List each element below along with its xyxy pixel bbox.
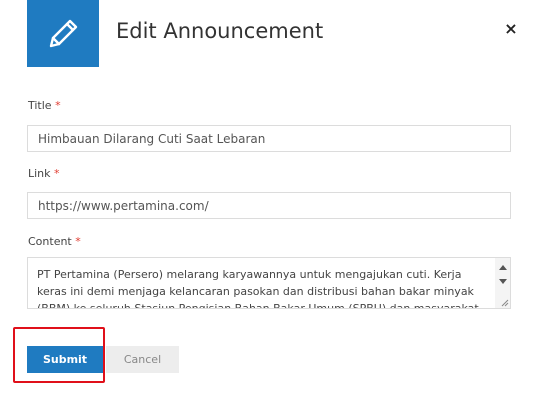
title-input[interactable]: Himbauan Dilarang Cuti Saat Lebaran xyxy=(27,125,511,152)
header-icon-box xyxy=(27,0,99,67)
highlight-box xyxy=(13,327,105,383)
scroll-down-arrow-icon[interactable] xyxy=(499,279,507,284)
link-label: Link * xyxy=(28,167,60,180)
pencil-icon xyxy=(49,19,78,47)
dialog-title: Edit Announcement xyxy=(116,19,324,43)
close-icon[interactable]: × xyxy=(501,19,521,39)
title-label: Title * xyxy=(28,99,61,112)
required-mark: * xyxy=(54,167,60,180)
link-input[interactable]: https://www.pertamina.com/ xyxy=(27,192,511,219)
content-label: Content * xyxy=(28,235,81,248)
resize-grip-icon[interactable] xyxy=(499,297,509,307)
title-input-value: Himbauan Dilarang Cuti Saat Lebaran xyxy=(38,131,266,146)
content-label-text: Content xyxy=(28,235,72,248)
link-input-value: https://www.pertamina.com/ xyxy=(38,198,209,213)
title-label-text: Title xyxy=(28,99,52,112)
scroll-up-arrow-icon[interactable] xyxy=(499,265,507,270)
link-label-text: Link xyxy=(28,167,51,180)
content-textarea[interactable]: PT Pertamina (Persero) melarang karyawan… xyxy=(27,257,511,309)
required-mark: * xyxy=(75,235,81,248)
cancel-button[interactable]: Cancel xyxy=(106,346,179,373)
required-mark: * xyxy=(55,99,61,112)
content-textarea-value: PT Pertamina (Persero) melarang karyawan… xyxy=(37,268,483,309)
